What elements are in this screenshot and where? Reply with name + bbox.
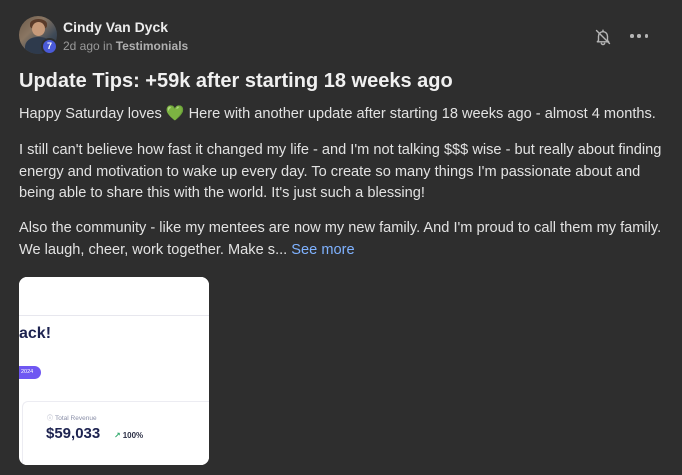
- info-icon: ⓘ: [47, 416, 54, 422]
- p1-text-before: Happy Saturday loves: [19, 106, 162, 122]
- bell-off-icon[interactable]: [594, 28, 612, 46]
- post-paragraph-3: Also the community - like my mentees are…: [19, 218, 664, 261]
- trend-up-icon: ↗: [114, 431, 121, 440]
- image-date-pill: 2024: [19, 366, 41, 379]
- revenue-value: $59,033: [46, 425, 101, 442]
- post-title[interactable]: Update Tips: +59k after starting 18 week…: [19, 70, 453, 93]
- see-more-link[interactable]: See more: [291, 242, 354, 258]
- category-link[interactable]: Testimonials: [116, 39, 188, 53]
- image-heading: ack!: [19, 325, 52, 342]
- meta-in: in: [103, 39, 113, 53]
- author-name[interactable]: Cindy Van Dyck: [63, 19, 168, 35]
- revenue-label: ⓘ Total Revenue: [47, 413, 97, 422]
- green-heart-emoji: 💚: [165, 105, 185, 122]
- revenue-change: ↗ 100%: [114, 431, 143, 440]
- post-meta: 2d ago in Testimonials: [63, 39, 188, 53]
- image-divider: [19, 315, 209, 316]
- dot: [630, 34, 634, 38]
- post-time: 2d ago: [63, 39, 100, 53]
- revenue-change-text: 100%: [122, 431, 144, 440]
- p1-text-after: Here with another update after starting …: [188, 106, 656, 122]
- post-paragraph-2: I still can't believe how fast it change…: [19, 142, 662, 201]
- attached-image[interactable]: ack! 2024 ⓘ Total Revenue $59,033 ↗ 100%: [19, 277, 209, 465]
- revenue-label-text: Total Revenue: [55, 415, 97, 422]
- image-header-band: [19, 277, 209, 315]
- post-paragraph-1: Happy Saturday loves 💚 Here with another…: [19, 103, 664, 126]
- level-badge: 7: [41, 38, 58, 55]
- more-options-icon[interactable]: [630, 30, 648, 42]
- dot: [637, 34, 641, 38]
- avatar-face: [32, 22, 45, 36]
- dot: [644, 34, 648, 38]
- post-card: 7 Cindy Van Dyck 2d ago in Testimonials …: [0, 0, 682, 475]
